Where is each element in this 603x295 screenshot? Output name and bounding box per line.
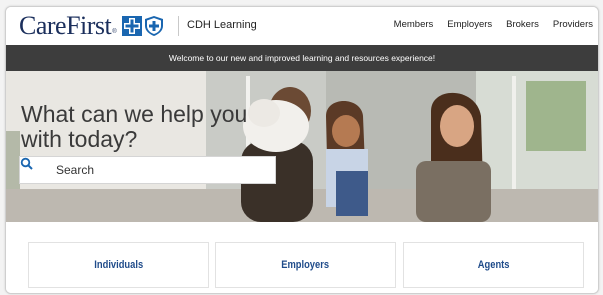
search-input[interactable] xyxy=(56,162,266,178)
card-individuals-label: Individuals xyxy=(94,259,143,271)
blue-cross-icon xyxy=(121,16,142,36)
nav-brokers[interactable]: Brokers xyxy=(506,19,539,30)
nav-members[interactable]: Members xyxy=(394,19,434,30)
blue-shield-icon xyxy=(144,16,163,36)
card-agents[interactable]: Agents xyxy=(403,242,584,288)
logo-wordmark: CareFirst xyxy=(19,11,112,40)
card-employers[interactable]: Employers xyxy=(215,242,396,288)
card-individuals[interactable]: Individuals xyxy=(28,242,209,288)
nav-employers[interactable]: Employers xyxy=(447,19,492,30)
welcome-banner-text: Welcome to our new and improved learning… xyxy=(168,53,436,63)
search-box[interactable] xyxy=(19,156,276,184)
product-name: CDH Learning xyxy=(187,19,257,31)
carefirst-logo[interactable]: CareFirst ® xyxy=(19,11,163,40)
audience-cards: Individuals Employers Agents xyxy=(6,222,598,293)
card-agents-label: Agents xyxy=(477,259,510,271)
hero-title: What can we help you with today? xyxy=(21,101,248,152)
nav-providers[interactable]: Providers xyxy=(553,19,593,30)
site-header: CareFirst ® CDH Learning Members Employe… xyxy=(6,7,598,45)
search-icon xyxy=(20,157,33,170)
browser-frame: CareFirst ® CDH Learning Members Employe… xyxy=(5,6,599,294)
top-nav: Members Employers Brokers Providers xyxy=(380,19,593,30)
logo-trademark: ® xyxy=(112,29,117,35)
header-divider xyxy=(178,16,179,36)
welcome-banner: Welcome to our new and improved learning… xyxy=(6,45,598,71)
hero-section: What can we help you with today? xyxy=(6,71,598,222)
card-employers-label: Employers xyxy=(281,259,330,271)
